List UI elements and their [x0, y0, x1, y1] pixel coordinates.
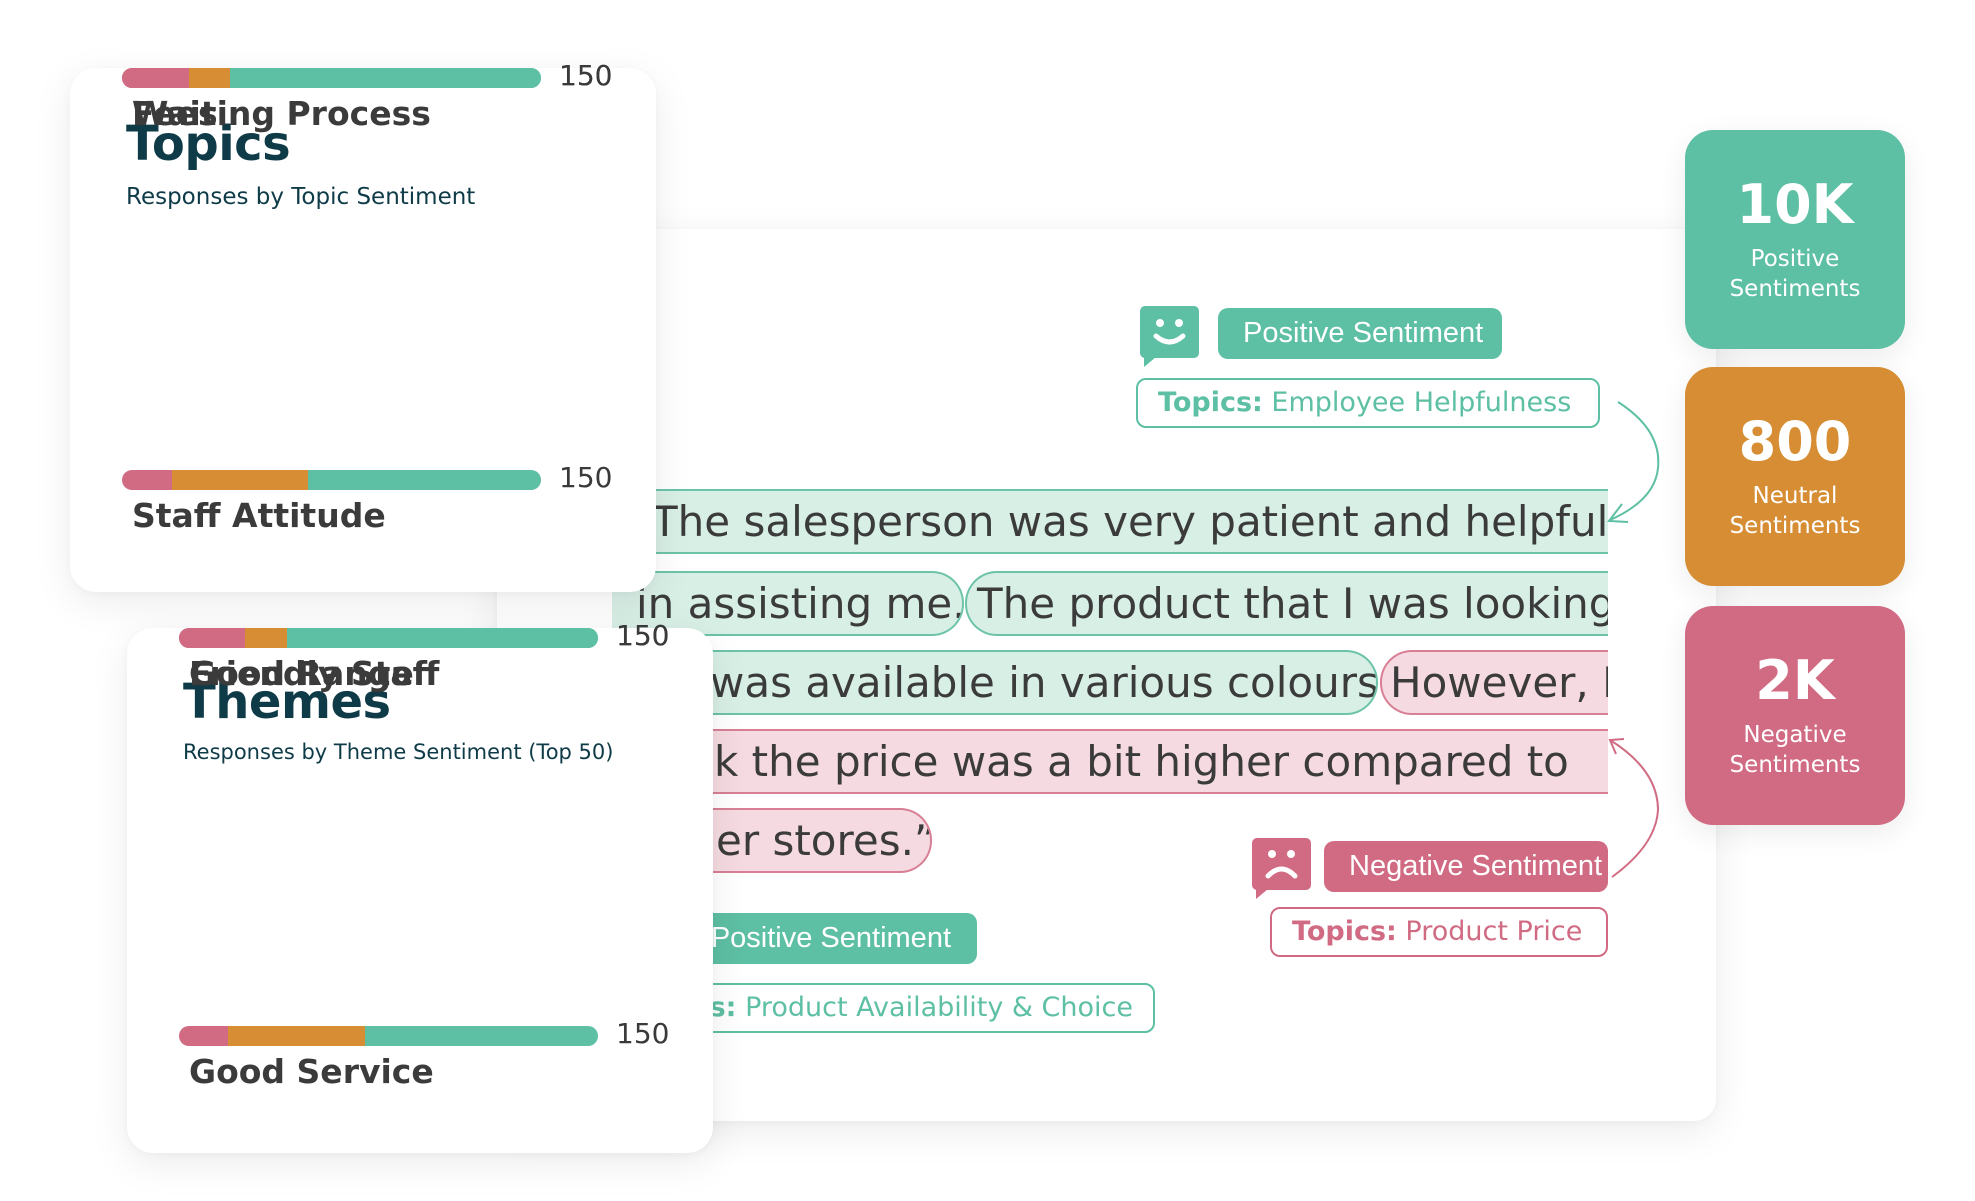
positive-sentiments-stat: 10K Positive Sentiments	[1685, 130, 1905, 349]
topic-tag-product-price: Topics: Product Price	[1270, 907, 1608, 957]
topic-tag-value: Product Availability & Choice	[736, 992, 1133, 1023]
theme-label: Good Service	[189, 1052, 434, 1091]
theme-row[interactable]: 150 Good Service	[179, 1017, 679, 1106]
negative-sentiments-stat: 2K Negative Sentiments	[1685, 606, 1905, 825]
theme-label: Friendly Staff	[189, 654, 440, 693]
neutral-segment	[245, 628, 287, 648]
stat-label-line: Positive	[1750, 246, 1840, 272]
topic-tag-key: Topics:	[1292, 916, 1397, 947]
neutral-segment	[228, 1026, 366, 1046]
themes-card: Themes Responses by Theme Sentiment (Top…	[127, 619, 713, 1153]
stat-label-line: Sentiments	[1729, 513, 1861, 539]
stat-label: Negative Sentiments	[1685, 720, 1905, 780]
positive-segment	[286, 628, 598, 648]
review-text-positive-segment: The product that I was looking	[965, 571, 1608, 636]
topic-tag-key: Topics:	[1158, 387, 1263, 418]
topic-tag-value: Product Price	[1396, 916, 1583, 947]
topic-row[interactable]: 150 Fees	[122, 59, 622, 148]
topic-count: 150	[559, 59, 613, 92]
stat-value: 10K	[1736, 173, 1854, 236]
negative-segment	[179, 628, 246, 648]
topic-tag-employee-helpfulness: Topics: Employee Helpfulness	[1136, 378, 1600, 428]
sad-face-icon	[1252, 838, 1311, 899]
positive-segment	[308, 470, 541, 490]
connector-arrows	[1607, 401, 1660, 878]
sentiment-bar	[179, 628, 598, 648]
positive-sentiment-tag: Positive Sentiment	[1218, 308, 1502, 359]
stat-label: Positive Sentiments	[1685, 244, 1905, 304]
theme-count: 150	[616, 1017, 670, 1050]
negative-arrow-icon	[1609, 739, 1660, 878]
review-text-positive-segment: was available in various colours.	[700, 650, 1378, 715]
sentiment-bar	[122, 470, 541, 490]
topics-card: Topics Responses by Topic Sentiment 150 …	[70, 59, 656, 592]
review-text-positive-segment: The salesperson was very patient and hel…	[652, 489, 1608, 554]
sentiment-bar	[179, 1026, 598, 1046]
theme-row[interactable]: 150 Friendly Staff	[179, 619, 679, 708]
positive-arrow-icon	[1609, 401, 1660, 521]
review-text-negative-segment: k the price was a bit higher compared to	[700, 729, 1608, 794]
negative-segment	[122, 68, 190, 88]
review-text-negative-segment: er stores.”	[700, 808, 932, 873]
smiley-face-icon	[1140, 306, 1199, 367]
positive-segment	[229, 68, 541, 88]
topics-subtitle: Responses by Topic Sentiment	[126, 184, 476, 210]
stat-label-line: Neutral	[1752, 483, 1838, 509]
theme-count: 150	[616, 619, 670, 652]
topic-count: 150	[559, 461, 613, 494]
sentiment-bar	[122, 68, 541, 88]
positive-segment	[365, 1026, 598, 1046]
themes-subtitle: Responses by Theme Sentiment (Top 50)	[183, 740, 614, 764]
stat-value: 800	[1738, 410, 1852, 473]
stat-label-line: Sentiments	[1729, 752, 1861, 778]
neutral-segment	[172, 470, 309, 490]
negative-segment	[122, 470, 173, 490]
topic-tag-value: Employee Helpfulness	[1262, 387, 1572, 418]
stat-value: 2K	[1755, 649, 1835, 712]
stat-label-line: Negative	[1743, 722, 1847, 748]
stat-label: Neutral Sentiments	[1685, 481, 1905, 541]
review-text-negative-segment: However, I	[1380, 650, 1608, 715]
neutral-segment	[189, 68, 230, 88]
topic-label: Staff Attitude	[132, 496, 386, 535]
topic-label: Fees	[132, 94, 218, 133]
neutral-sentiments-stat: 800 Neutral Sentiments	[1685, 367, 1905, 586]
topic-tag-key: s:	[709, 992, 737, 1023]
negative-sentiment-tag: Negative Sentiment	[1324, 841, 1608, 892]
stat-label-line: Sentiments	[1729, 276, 1861, 302]
topic-row[interactable]: 150 Staff Attitude	[122, 461, 622, 550]
negative-segment	[179, 1026, 229, 1046]
